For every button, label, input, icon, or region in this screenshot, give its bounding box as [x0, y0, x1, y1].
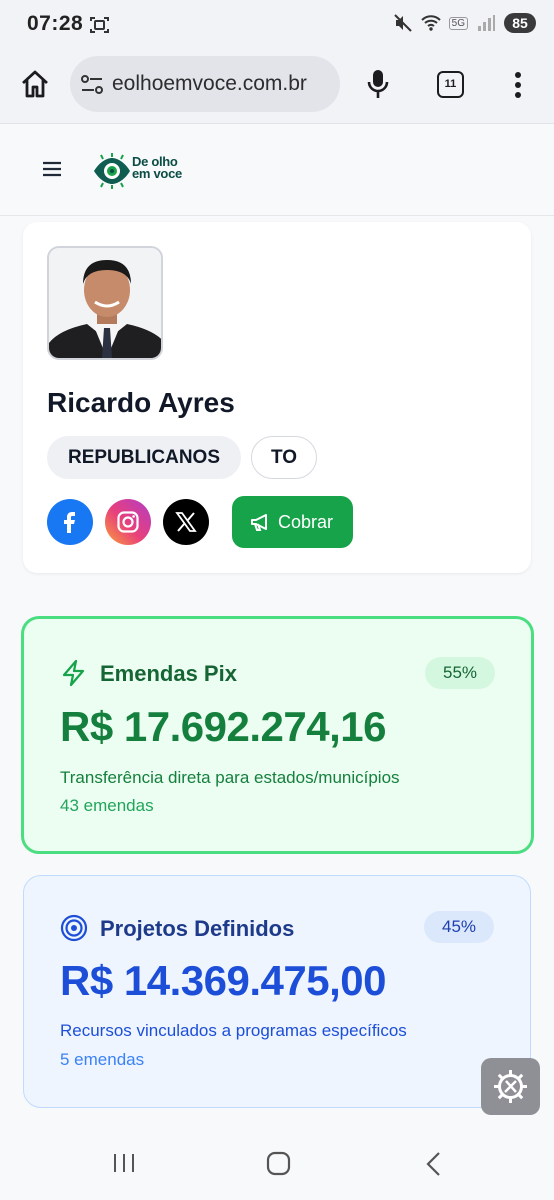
cobrar-label: Cobrar	[278, 512, 334, 532]
browser-toolbar: eolhoemvoce.com.br 11	[0, 50, 554, 124]
emendas-count: 5 emendas	[60, 1050, 145, 1069]
instagram-icon	[117, 511, 139, 533]
site-header: De olho em voce	[0, 125, 554, 216]
projetos-definidos-card: Projetos Definidos 45% R$ 14.369.475,00 …	[23, 875, 531, 1108]
lightning-icon	[62, 659, 85, 687]
floating-tools-button[interactable]	[481, 1058, 540, 1115]
target-icon	[60, 914, 88, 942]
amount-value: R$ 17.692.274,16	[60, 703, 386, 750]
emendas-pix-card: Emendas Pix 55% R$ 17.692.274,16 Transfe…	[21, 616, 534, 854]
battery-icon: 85	[504, 13, 536, 33]
state-badge[interactable]: TO	[251, 436, 317, 479]
hamburger-icon[interactable]	[42, 160, 62, 178]
percent-badge: 45%	[424, 911, 494, 943]
cobrar-button[interactable]: Cobrar	[232, 496, 353, 548]
logo-line-2: em voce	[132, 166, 182, 181]
facebook-button[interactable]	[47, 499, 93, 545]
profile-card: Ricardo Ayres REPUBLICANOS TO Cobrar	[23, 222, 531, 573]
network-badge: 5G	[448, 16, 468, 30]
politician-photo	[47, 246, 163, 360]
mute-icon	[393, 14, 412, 32]
system-nav-bar	[0, 1125, 554, 1200]
home-circle-icon[interactable]	[266, 1151, 291, 1176]
card-title: Projetos Definidos	[100, 916, 295, 941]
back-icon[interactable]	[424, 1151, 442, 1177]
emendas-count: 43 emendas	[60, 796, 154, 815]
eye-logo-icon	[94, 153, 130, 189]
megaphone-icon	[251, 514, 267, 531]
status-bar: 07:28 5G 85	[0, 0, 554, 50]
politician-name: Ricardo Ayres	[47, 387, 235, 418]
recents-icon[interactable]	[112, 1153, 136, 1173]
amount-value: R$ 14.369.475,00	[60, 957, 386, 1004]
x-icon	[175, 512, 197, 532]
signal-icon	[478, 15, 495, 31]
gear-tools-icon	[494, 1070, 527, 1103]
party-badge[interactable]: REPUBLICANOS	[47, 436, 241, 479]
address-bar[interactable]: eolhoemvoce.com.br	[70, 56, 340, 112]
more-vert-icon[interactable]	[508, 70, 528, 100]
card-title: Emendas Pix	[100, 661, 237, 686]
wifi-icon	[420, 15, 441, 31]
url-text[interactable]: eolhoemvoce.com.br	[112, 72, 307, 96]
card-description: Transferência direta para estados/municí…	[60, 768, 400, 787]
mic-icon[interactable]	[366, 68, 390, 100]
screenshot-icon	[90, 17, 109, 33]
x-button[interactable]	[163, 499, 209, 545]
site-info-icon[interactable]	[80, 74, 104, 96]
site-logo[interactable]: De olho em voce	[92, 151, 192, 191]
card-description: Recursos vinculados a programas específi…	[60, 1021, 407, 1040]
tabs-icon[interactable]: 11	[437, 71, 464, 98]
status-time: 07:28	[27, 12, 84, 35]
facebook-icon	[64, 512, 75, 533]
percent-badge: 55%	[425, 657, 495, 689]
instagram-button[interactable]	[105, 499, 151, 545]
home-icon[interactable]	[19, 68, 51, 100]
